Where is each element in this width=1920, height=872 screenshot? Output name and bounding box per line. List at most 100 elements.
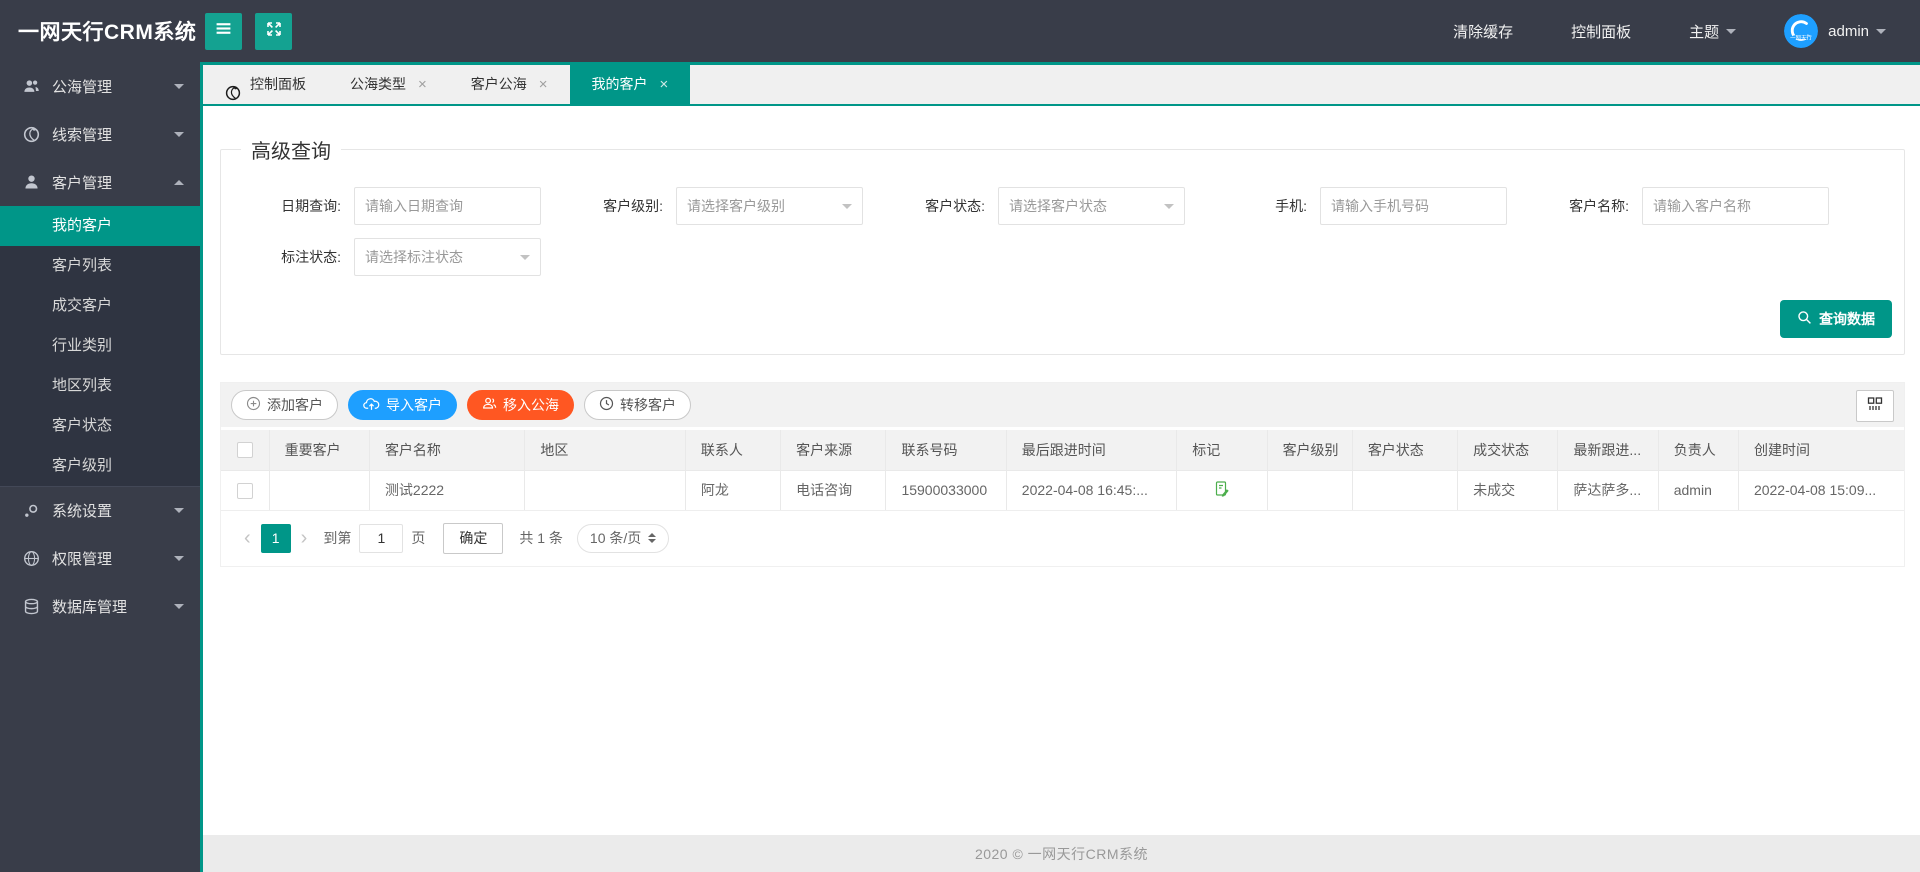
- column-settings-button[interactable]: [1856, 390, 1894, 422]
- chevron-down-icon: [1164, 204, 1174, 214]
- pagination: ‹ 1 › 到第 页 确定 共 1 条 10 条/页: [221, 511, 1904, 566]
- phone-group: 手机:: [1187, 187, 1509, 225]
- clock-icon: [599, 396, 614, 414]
- main-area: 控制面板 公海类型 × 客户公海 × 我的客户 × 高级查询 日期查询: 客户级: [203, 62, 1920, 872]
- cell-mark: [1176, 470, 1268, 511]
- col-created: 创建时间: [1738, 430, 1904, 471]
- sidebar-item-my-customers[interactable]: 我的客户: [0, 206, 200, 246]
- import-customer-label: 导入客户: [386, 397, 442, 413]
- close-icon[interactable]: ×: [418, 77, 427, 92]
- tab-label: 我的客户: [591, 76, 648, 92]
- search-data-button[interactable]: 查询数据: [1780, 300, 1892, 338]
- phone-input[interactable]: [1320, 187, 1507, 225]
- sidebar: 公海管理 线索管理 客户管理 我的客户 客户列表 成交客户 行业类别 地区列表 …: [0, 62, 200, 872]
- mark-status-group: 标注状态: 请选择标注状态: [221, 238, 543, 276]
- page-footer: 2020 © 一网天行CRM系统: [203, 835, 1920, 872]
- sidebar-item-customer-status[interactable]: 客户状态: [0, 406, 200, 446]
- col-level: 客户级别: [1267, 430, 1353, 471]
- sidebar-item-customer-management[interactable]: 客户管理: [0, 158, 200, 206]
- avatar[interactable]: 一网天行: [1784, 14, 1819, 48]
- close-icon[interactable]: ×: [539, 77, 548, 92]
- cell-important: [269, 470, 370, 511]
- sidebar-item-customer-level[interactable]: 客户级别: [0, 446, 200, 486]
- sidebar-item-permission-management[interactable]: 权限管理: [0, 534, 200, 582]
- globe-icon: [23, 126, 40, 143]
- row-checkbox[interactable]: [236, 482, 253, 499]
- cell-last-follow: 2022-04-08 16:45:...: [1006, 470, 1178, 511]
- tab-my-customers[interactable]: 我的客户 ×: [569, 65, 691, 104]
- goto-page-input[interactable]: [359, 523, 404, 553]
- customer-table-card: 添加客户 导入客户 移入公海 转移客户 重要客户 客户名称 地区 联系人 客户来…: [220, 382, 1905, 567]
- sidebar-item-label: 数据库管理: [52, 598, 128, 616]
- col-deal-status: 成交状态: [1457, 430, 1559, 471]
- customer-status-label: 客户状态:: [925, 198, 985, 214]
- transfer-customer-button[interactable]: 转移客户: [584, 390, 691, 420]
- footer-text: 2020 © 一网天行CRM系统: [974, 845, 1149, 862]
- theme-menu[interactable]: 主题: [1689, 21, 1737, 42]
- sidebar-item-label: 系统设置: [52, 503, 113, 520]
- sidebar-item-industry-category[interactable]: 行业类别: [0, 326, 200, 366]
- customer-level-group: 客户级别: 请选择客户级别: [543, 187, 865, 225]
- goto-prefix: 到第: [323, 530, 352, 546]
- import-customer-button[interactable]: 导入客户: [348, 390, 457, 420]
- col-customer-name: 客户名称: [369, 430, 526, 471]
- chevron-down-icon: [174, 555, 184, 566]
- tab-control-panel[interactable]: 控制面板: [203, 65, 328, 104]
- clear-cache-link[interactable]: 清除缓存: [1453, 21, 1513, 42]
- total-count: 共 1 条: [519, 530, 563, 546]
- mark-status-label: 标注状态:: [281, 249, 341, 265]
- sidebar-item-label: 公海管理: [52, 78, 113, 96]
- cell-level: [1267, 470, 1353, 511]
- prev-page-button[interactable]: ‹: [236, 528, 259, 548]
- next-page-button[interactable]: ›: [293, 528, 316, 548]
- green-note-icon[interactable]: [1213, 480, 1231, 501]
- add-customer-button[interactable]: 添加客户: [231, 390, 338, 420]
- sidebar-item-customer-list[interactable]: 客户列表: [0, 246, 200, 286]
- collapse-menu-button[interactable]: [205, 12, 242, 50]
- sidebar-item-lead-management[interactable]: 线索管理: [0, 110, 200, 158]
- cell-phone: 15900033000: [885, 470, 1007, 511]
- move-to-sea-button[interactable]: 移入公海: [467, 390, 574, 420]
- user-icon: [23, 174, 40, 191]
- sidebar-item-deal-customers[interactable]: 成交客户: [0, 286, 200, 326]
- database-icon: [23, 598, 40, 615]
- sidebar-item-region-list[interactable]: 地区列表: [0, 366, 200, 406]
- sidebar-item-database-management[interactable]: 数据库管理: [0, 582, 200, 630]
- chevron-down-icon: [174, 131, 184, 142]
- customer-name-input[interactable]: [1642, 187, 1829, 225]
- control-panel-link[interactable]: 控制面板: [1571, 21, 1631, 42]
- confirm-page-button[interactable]: 确定: [443, 522, 504, 554]
- page-size-label: 10 条/页: [589, 530, 642, 546]
- sidebar-item-system-settings[interactable]: 系统设置: [0, 486, 200, 534]
- customer-table: 重要客户 客户名称 地区 联系人 客户来源 联系号码 最后跟进时间 标记 客户级…: [221, 430, 1904, 511]
- date-query-label: 日期查询:: [281, 198, 341, 214]
- user-menu[interactable]: admin: [1828, 23, 1886, 40]
- page-content: 高级查询 日期查询: 客户级别: 请选择客户级别 客户状态: 请选择客户状: [203, 135, 1920, 567]
- close-icon[interactable]: ×: [660, 77, 669, 92]
- cell-customer-name: 测试2222: [369, 470, 526, 511]
- customer-status-group: 客户状态: 请选择客户状态: [865, 187, 1187, 225]
- username: admin: [1828, 22, 1869, 40]
- customer-name-label: 客户名称:: [1569, 198, 1629, 214]
- settings-icon: [23, 502, 40, 519]
- tab-label: 客户公海: [470, 76, 527, 92]
- page-number-active[interactable]: 1: [260, 523, 291, 553]
- tab-sea-type[interactable]: 公海类型 ×: [328, 65, 449, 104]
- tab-bar: 控制面板 公海类型 × 客户公海 × 我的客户 ×: [203, 62, 1920, 106]
- col-latest-follow: 最新跟进...: [1557, 430, 1659, 471]
- date-query-input[interactable]: [354, 187, 541, 225]
- customer-level-select[interactable]: 请选择客户级别: [676, 187, 863, 225]
- tab-customer-sea[interactable]: 客户公海 ×: [449, 65, 570, 104]
- customer-status-select[interactable]: 请选择客户状态: [998, 187, 1185, 225]
- cell-deal-status: 未成交: [1457, 470, 1559, 511]
- page-size-select[interactable]: 10 条/页: [576, 523, 670, 553]
- select-all-checkbox[interactable]: [236, 442, 253, 459]
- cell-created: 2022-04-08 15:09...: [1738, 470, 1904, 511]
- up-down-icon: [648, 529, 657, 547]
- col-owner: 负责人: [1658, 430, 1739, 471]
- chevron-down-icon: [174, 83, 184, 94]
- mark-status-select[interactable]: 请选择标注状态: [354, 238, 541, 276]
- table-header-row: 重要客户 客户名称 地区 联系人 客户来源 联系号码 最后跟进时间 标记 客户级…: [221, 430, 1904, 471]
- fullscreen-button[interactable]: [255, 12, 292, 50]
- sidebar-item-sea-management[interactable]: 公海管理: [0, 62, 200, 110]
